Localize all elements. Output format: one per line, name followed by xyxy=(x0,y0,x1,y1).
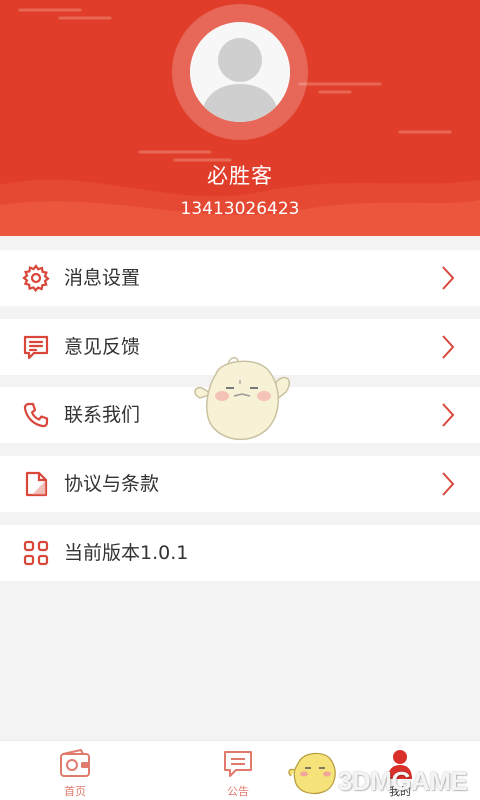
menu-item-message-settings[interactable]: 消息设置 xyxy=(0,250,480,306)
chevron-right-icon xyxy=(442,266,455,290)
menu-item-terms[interactable]: 协议与条款 xyxy=(0,456,480,512)
wallet-icon xyxy=(60,749,90,777)
profile-header: 必胜客 13413026423 xyxy=(0,0,480,236)
menu-label-message-settings: 消息设置 xyxy=(64,267,141,289)
chevron-right-icon xyxy=(442,335,455,359)
chevron-right-icon xyxy=(442,403,455,427)
tab-label-home: 首页 xyxy=(64,785,86,798)
chevron-right-icon xyxy=(442,472,455,496)
document-icon xyxy=(25,471,48,497)
tab-notice[interactable]: 公告 xyxy=(178,741,298,800)
avatar[interactable] xyxy=(190,22,290,122)
watermark-mascot-icon xyxy=(288,752,336,795)
grid-icon xyxy=(23,540,49,566)
phone-number: 13413026423 xyxy=(180,199,300,219)
menu-item-version: 当前版本1.0.1 xyxy=(0,525,480,581)
tab-label-notice: 公告 xyxy=(227,785,249,798)
menu-label-terms: 协议与条款 xyxy=(64,473,160,495)
mascot-watermark-image xyxy=(194,357,290,441)
username: 必胜客 xyxy=(207,164,273,188)
gear-icon xyxy=(22,264,50,292)
message-icon xyxy=(224,751,252,777)
phone-icon xyxy=(23,402,49,428)
feedback-icon xyxy=(23,335,49,360)
tab-home[interactable]: 首页 xyxy=(15,741,135,800)
watermark-text: 3DMGAME xyxy=(338,766,468,796)
menu-label-feedback: 意见反馈 xyxy=(64,336,141,358)
avatar-placeholder-icon xyxy=(190,22,290,122)
menu-label-version: 当前版本1.0.1 xyxy=(64,542,189,564)
menu-label-contact-us: 联系我们 xyxy=(64,404,141,426)
